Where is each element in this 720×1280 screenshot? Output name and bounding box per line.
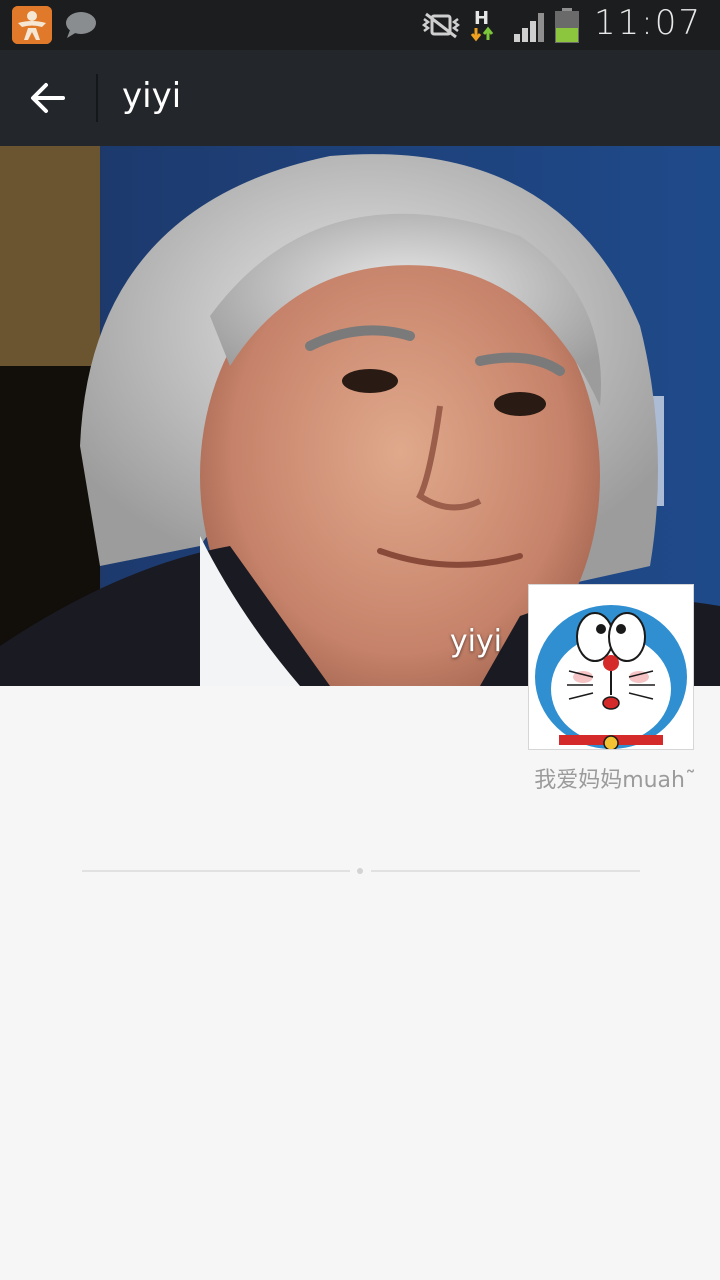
doraemon-avatar-icon — [529, 585, 693, 749]
hspa-data-icon: H — [470, 6, 496, 44]
vibrate-icon — [421, 10, 461, 40]
arrow-left-icon — [31, 83, 65, 113]
profile-signature: 我爱妈妈muah˜ — [534, 768, 696, 793]
battery-icon — [554, 8, 580, 44]
page-title: yiyi — [122, 76, 182, 116]
divider-line-left — [82, 870, 350, 872]
divider-line-right — [371, 870, 640, 872]
action-bar-divider — [96, 74, 98, 122]
status-bar: H 11:07 — [0, 0, 720, 50]
back-button[interactable] — [14, 70, 82, 126]
divider-dot — [357, 868, 363, 874]
content-divider — [82, 866, 640, 876]
app-notification-icon — [12, 6, 52, 44]
signal-icon — [512, 10, 548, 42]
chat-bubble-icon — [64, 11, 98, 39]
action-bar: yiyi — [0, 50, 720, 146]
avatar[interactable] — [528, 584, 694, 750]
cover-username: yiyi — [449, 624, 502, 659]
svg-text:H: H — [474, 8, 489, 29]
status-time: 11:07 — [594, 3, 702, 43]
